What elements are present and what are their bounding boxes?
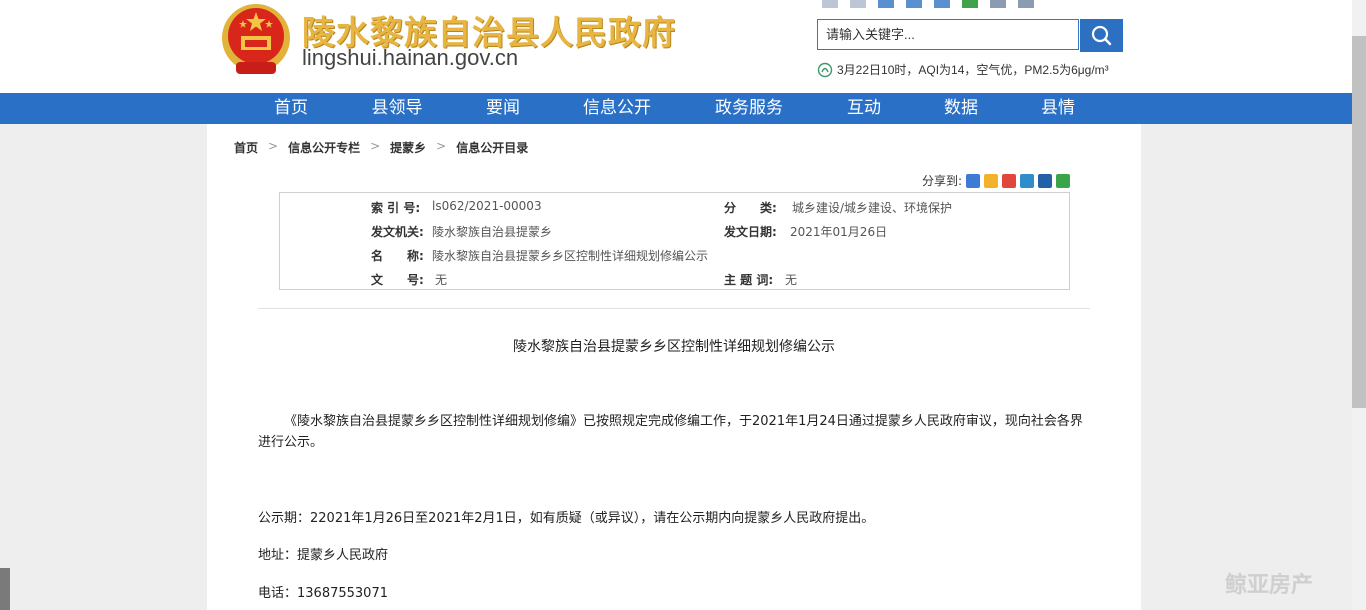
top-icon-bar bbox=[822, 0, 1034, 8]
user-icon[interactable] bbox=[990, 0, 1006, 8]
mail-icon[interactable] bbox=[878, 0, 894, 8]
breadcrumb-catalog[interactable]: 信息公开目录 bbox=[456, 139, 528, 156]
mobile-icon[interactable] bbox=[906, 0, 922, 8]
index-label: 索 引 号: bbox=[371, 201, 421, 215]
document-meta-table: 索 引 号: ls062/2021-00003 分 类: 城乡建设/城乡建设、环… bbox=[279, 192, 1070, 290]
national-emblem-icon bbox=[222, 4, 290, 74]
category-label: 分 类: bbox=[724, 201, 777, 215]
divider bbox=[258, 308, 1090, 309]
breadcrumb-separator: > bbox=[370, 139, 381, 153]
share-tqq-icon[interactable] bbox=[1020, 173, 1035, 188]
index-value: ls062/2021-00003 bbox=[432, 199, 542, 213]
share-wechat-icon[interactable] bbox=[1056, 173, 1071, 188]
elderly-mode-icon[interactable] bbox=[850, 0, 866, 8]
category-value: 城乡建设/城乡建设、环境保护 bbox=[792, 201, 953, 215]
nav-county-info[interactable]: 县情 bbox=[1041, 93, 1075, 124]
subject-value: 无 bbox=[785, 273, 798, 287]
weather-text: 3月22日10时，AQI为14，空气优，PM2.5为6μg/m³ bbox=[837, 63, 1109, 77]
breadcrumb-info-column[interactable]: 信息公开专栏 bbox=[288, 139, 360, 156]
subject-label: 主 题 词: bbox=[724, 273, 774, 287]
share-label: 分享到: bbox=[922, 174, 963, 188]
accessibility-icon[interactable] bbox=[822, 0, 838, 8]
nav-leaders[interactable]: 县领导 bbox=[372, 93, 423, 124]
search-input[interactable]: 请输入关键字... bbox=[817, 19, 1079, 50]
nav-data[interactable]: 数据 bbox=[944, 93, 978, 124]
article-paragraph-intro: 《陵水黎族自治县提蒙乡乡区控制性详细规划修编》已按照规定完成修编工作，于2021… bbox=[258, 414, 1083, 450]
share-renren-icon[interactable] bbox=[1038, 173, 1053, 188]
search-icon bbox=[1091, 25, 1112, 46]
side-widget[interactable] bbox=[0, 568, 10, 610]
breadcrumb-separator: > bbox=[436, 139, 447, 153]
wechat-icon[interactable] bbox=[962, 0, 978, 8]
article-paragraph-address: 地址：提蒙乡人民政府 bbox=[258, 548, 389, 563]
docno-label: 文 号: bbox=[371, 273, 424, 287]
breadcrumb-timeng[interactable]: 提蒙乡 bbox=[390, 139, 426, 156]
nav-news[interactable]: 要闻 bbox=[486, 93, 520, 124]
nav-info-disclosure[interactable]: 信息公开 bbox=[583, 93, 651, 124]
issuer-label: 发文机关: bbox=[371, 225, 424, 239]
weather-info: 3月22日10时，AQI为14，空气优，PM2.5为6μg/m³ bbox=[817, 61, 1109, 78]
share-bar: 分享到: bbox=[922, 172, 1071, 189]
weibo-icon[interactable] bbox=[934, 0, 950, 8]
article-title: 陵水黎族自治县提蒙乡乡区控制性详细规划修编公示 bbox=[513, 339, 835, 355]
scrollbar-thumb[interactable] bbox=[1352, 36, 1366, 408]
nav-interaction[interactable]: 互动 bbox=[847, 93, 881, 124]
night-mode-icon[interactable] bbox=[1018, 0, 1034, 8]
name-value: 陵水黎族自治县提蒙乡乡区控制性详细规划修编公示 bbox=[432, 249, 709, 263]
share-more-icon[interactable] bbox=[966, 173, 981, 188]
date-value: 2021年01月26日 bbox=[790, 225, 888, 239]
scroll-down-button[interactable] bbox=[1352, 596, 1366, 610]
share-qzone-icon[interactable] bbox=[984, 173, 999, 188]
nav-home[interactable]: 首页 bbox=[274, 93, 308, 124]
breadcrumb: 首页 > 信息公开专栏 > 提蒙乡 > 信息公开目录 bbox=[234, 139, 528, 156]
docno-value: 无 bbox=[435, 273, 448, 287]
breadcrumb-home[interactable]: 首页 bbox=[234, 139, 258, 156]
search-button[interactable] bbox=[1080, 19, 1123, 52]
article-paragraph-phone: 电话：13687553071 bbox=[258, 586, 388, 601]
site-domain: lingshui.hainan.gov.cn bbox=[302, 45, 519, 70]
main-nav: 首页 县领导 要闻 信息公开 政务服务 互动 数据 县情 bbox=[0, 93, 1352, 124]
breadcrumb-separator: > bbox=[268, 139, 279, 153]
nav-services[interactable]: 政务服务 bbox=[715, 93, 783, 124]
share-weibo-icon[interactable] bbox=[1002, 173, 1017, 188]
article-paragraph-period: 公示期：22021年1月26日至2021年2月1日，如有质疑（或异议），请在公示… bbox=[258, 511, 875, 526]
name-label: 名 称: bbox=[371, 249, 424, 263]
air-quality-icon bbox=[817, 62, 833, 77]
watermark-logo: 鲸亚房产 bbox=[1225, 573, 1314, 598]
issuer-value: 陵水黎族自治县提蒙乡 bbox=[432, 225, 553, 239]
date-label: 发文日期: bbox=[724, 225, 777, 239]
site-header bbox=[0, 0, 1352, 93]
